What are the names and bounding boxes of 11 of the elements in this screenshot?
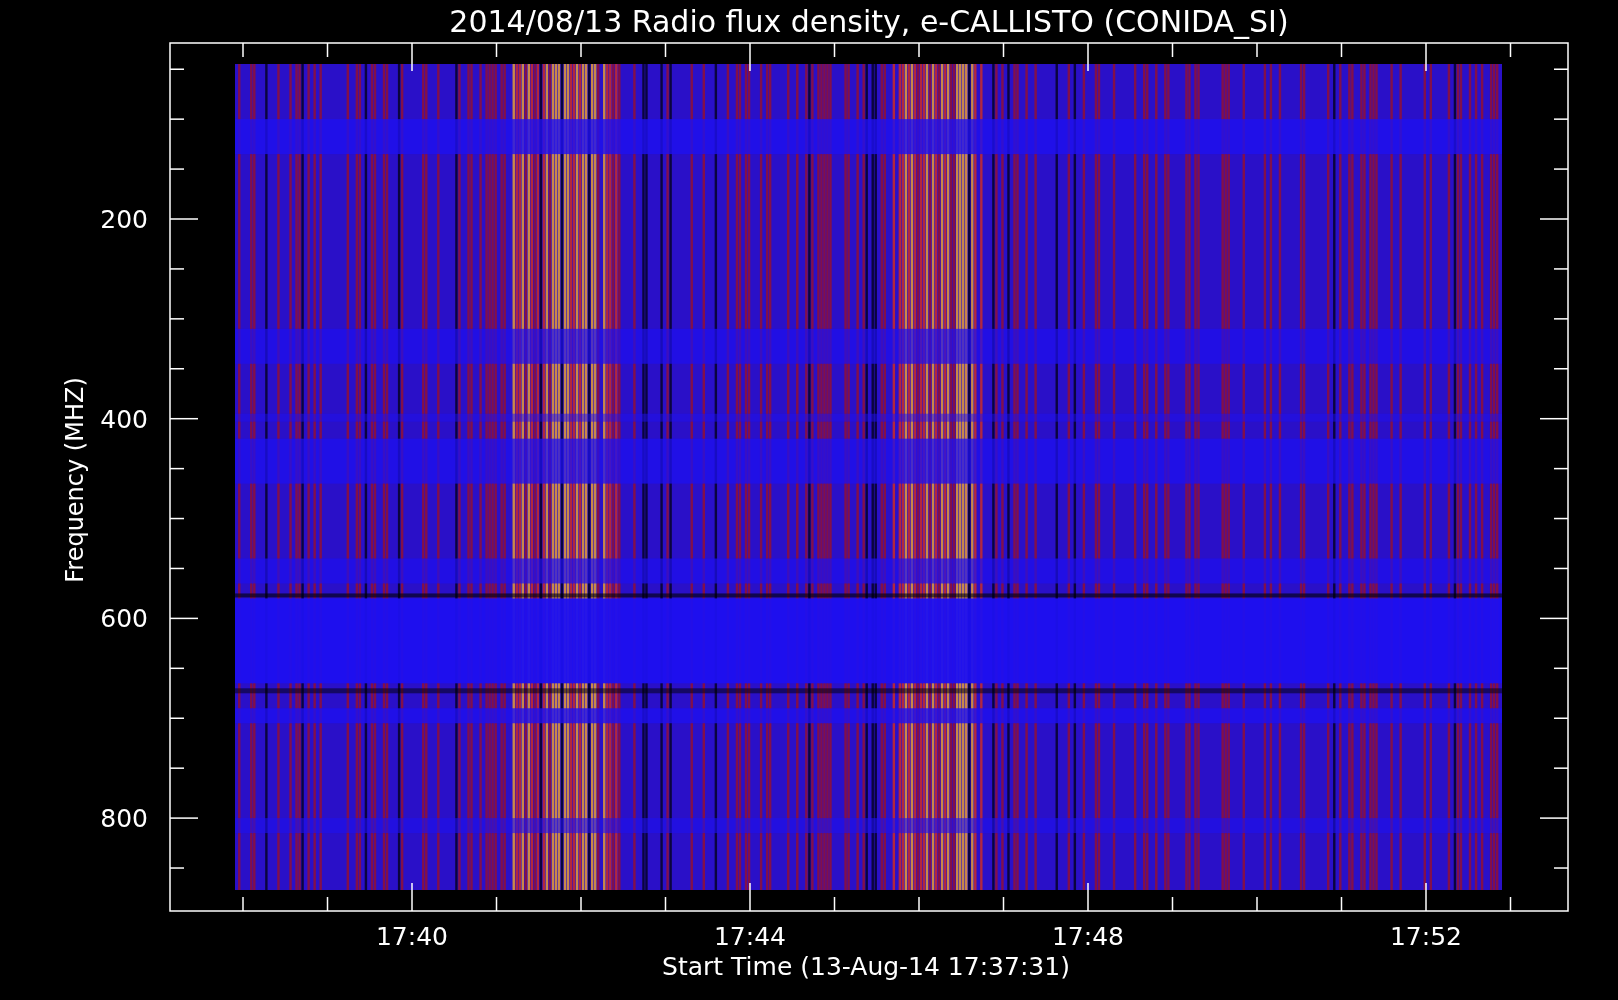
plot-title: 2014/08/13 Radio flux density, e-CALLISTO (CONIDA_SI) (449, 4, 1289, 39)
tick-label: 800 (100, 804, 148, 834)
axis-label: Start Time (13-Aug-14 17:37:31) (662, 952, 1070, 981)
tick-label: 400 (100, 404, 148, 434)
tick-label: 200 (100, 205, 148, 234)
tick-label: 600 (100, 604, 148, 634)
axis-label: Frequency (MHZ) (61, 377, 89, 583)
tick-label: 17:52 (1390, 922, 1462, 951)
tick-label: 17:48 (1052, 922, 1124, 951)
tick-label: 17:44 (714, 922, 786, 951)
tick-label: 17:40 (376, 922, 448, 951)
